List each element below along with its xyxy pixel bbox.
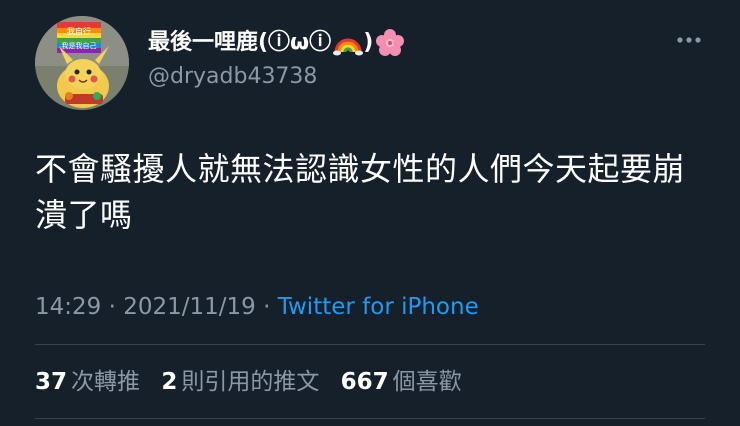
- display-name[interactable]: 最後一哩鹿(ⓘωⓘ ): [148, 28, 405, 58]
- retweets-stat[interactable]: 37 次轉推: [35, 369, 140, 395]
- display-name-close: ): [363, 30, 374, 55]
- tweet-meta: 14:29 · 2021/11/19 · Twitter for iPhone: [35, 292, 479, 322]
- likes-label: 個喜歡: [392, 369, 462, 395]
- meta-separator: ·: [263, 294, 271, 320]
- quotes-stat[interactable]: 2 則引用的推文: [161, 369, 319, 395]
- tweet-text: 不會騷擾人就無法認識女性的人們今天起要崩潰了嗎: [35, 150, 686, 234]
- retweets-label: 次轉推: [71, 369, 141, 395]
- quotes-count: 2: [161, 369, 178, 395]
- more-options-button[interactable]: [674, 30, 704, 50]
- divider: [35, 344, 705, 345]
- likes-count: 667: [340, 369, 389, 395]
- tweet-time[interactable]: 14:29: [35, 294, 101, 320]
- tweet-date[interactable]: 2021/11/19: [123, 294, 256, 320]
- likes-stat[interactable]: 667 個喜歡: [341, 369, 462, 395]
- tweet-source-link[interactable]: Twitter for iPhone: [278, 294, 479, 320]
- avatar[interactable]: 我自行 我是我自己: [35, 16, 129, 110]
- avatar-badge-line1: 我自行: [67, 26, 91, 36]
- rainbow-emoji-icon: [333, 28, 364, 58]
- user-handle[interactable]: @dryadb43738: [148, 62, 317, 92]
- avatar-badge-line2: 我是我自己: [62, 41, 97, 50]
- retweets-count: 37: [35, 369, 68, 395]
- divider: [35, 418, 705, 419]
- display-name-text: 最後一哩鹿(ⓘωⓘ: [148, 30, 332, 55]
- quotes-label: 則引用的推文: [181, 369, 320, 395]
- cherry-blossom-icon: [375, 28, 405, 58]
- meta-separator: ·: [108, 294, 116, 320]
- more-horizontal-icon: [677, 37, 701, 43]
- tweet-stats: 37 次轉推 2 則引用的推文 667 個喜歡: [35, 366, 476, 398]
- tweet-card: 我自行 我是我自己 最後一哩鹿(ⓘωⓘ) @dryadb43738 不會騷擾人…: [0, 0, 740, 426]
